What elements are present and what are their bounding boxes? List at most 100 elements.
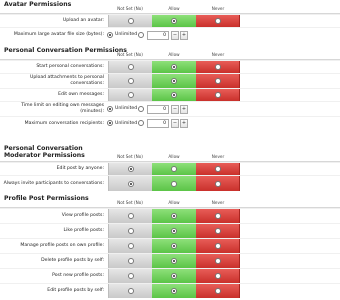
radio-never[interactable]	[215, 213, 221, 219]
cell-not-set[interactable]	[108, 176, 152, 191]
cell-never[interactable]	[196, 224, 240, 238]
radio-allow[interactable]	[171, 273, 177, 279]
cell-never[interactable]	[196, 239, 240, 253]
value-option[interactable]	[138, 120, 146, 126]
radio-allow[interactable]	[171, 92, 177, 98]
size-input[interactable]: 0	[147, 30, 169, 40]
radio-not-set[interactable]	[128, 243, 134, 249]
decrement-button[interactable]: −	[171, 104, 179, 114]
radio-not-set[interactable]	[128, 180, 134, 187]
unlimited-label: Unlimited	[115, 120, 138, 126]
radio-allow[interactable]	[171, 166, 177, 172]
increment-button[interactable]: +	[180, 119, 188, 128]
cell-never[interactable]	[196, 209, 240, 223]
radio-value[interactable]	[138, 120, 144, 126]
unlimited-option[interactable]: Unlimited	[107, 31, 137, 38]
section-title: Avatar Permissions	[4, 1, 72, 8]
radio-never[interactable]	[215, 243, 221, 249]
cell-allow[interactable]	[152, 89, 196, 101]
cell-never[interactable]	[196, 284, 240, 298]
radio-not-set[interactable]	[128, 213, 134, 219]
radio-never[interactable]	[215, 64, 221, 70]
radio-value[interactable]	[138, 105, 144, 112]
value-option[interactable]	[138, 31, 146, 38]
cell-allow[interactable]	[152, 209, 196, 223]
radio-unlimited[interactable]	[107, 120, 113, 126]
cell-allow[interactable]	[152, 284, 196, 298]
cell-allow[interactable]	[152, 61, 196, 73]
radio-not-set[interactable]	[128, 166, 134, 172]
radio-never[interactable]	[215, 288, 221, 294]
radio-never[interactable]	[215, 78, 221, 84]
cell-not-set[interactable]	[108, 254, 152, 268]
cell-never[interactable]	[196, 74, 240, 88]
radio-not-set[interactable]	[128, 64, 134, 70]
col-header-not-set: Not Set (No)	[117, 154, 143, 159]
radio-unlimited[interactable]	[107, 105, 113, 112]
decrement-button[interactable]: −	[171, 30, 179, 40]
cell-not-set[interactable]	[108, 239, 152, 253]
radio-never[interactable]	[215, 258, 221, 264]
cell-not-set[interactable]	[108, 74, 152, 88]
cell-never[interactable]	[196, 89, 240, 101]
radio-never[interactable]	[215, 180, 221, 187]
cell-allow[interactable]	[152, 176, 196, 191]
radio-unlimited[interactable]	[107, 31, 113, 38]
radio-never[interactable]	[215, 228, 221, 234]
cell-never[interactable]	[196, 269, 240, 283]
radio-allow[interactable]	[171, 213, 177, 219]
cell-allow[interactable]	[152, 254, 196, 268]
radio-allow[interactable]	[171, 228, 177, 234]
cell-not-set[interactable]	[108, 15, 152, 27]
decrement-button[interactable]: −	[171, 119, 179, 128]
radio-not-set[interactable]	[128, 18, 134, 24]
radio-allow[interactable]	[171, 243, 177, 249]
radio-never[interactable]	[215, 92, 221, 98]
cell-allow[interactable]	[152, 74, 196, 88]
value-option[interactable]	[138, 105, 146, 112]
radio-not-set[interactable]	[128, 258, 134, 264]
increment-button[interactable]: +	[180, 30, 188, 40]
radio-never[interactable]	[215, 166, 221, 172]
cell-never[interactable]	[196, 163, 240, 175]
radio-never[interactable]	[215, 18, 221, 24]
radio-allow[interactable]	[171, 18, 177, 24]
perm-row-edit-time-limit: Time limit on editing own messages (minu…	[0, 101, 340, 116]
radio-allow[interactable]	[171, 258, 177, 264]
radio-allow[interactable]	[171, 78, 177, 84]
cell-allow[interactable]	[152, 224, 196, 238]
radio-never[interactable]	[215, 273, 221, 279]
conversation-permissions-section: Personal Conversation Permissions Not Se…	[0, 46, 340, 128]
radio-allow[interactable]	[171, 288, 177, 294]
radio-not-set[interactable]	[128, 288, 134, 294]
radio-allow[interactable]	[171, 64, 177, 70]
cell-allow[interactable]	[152, 269, 196, 283]
radio-value[interactable]	[138, 31, 144, 38]
unlimited-option[interactable]: Unlimited	[107, 105, 137, 112]
radio-not-set[interactable]	[128, 78, 134, 84]
unlimited-option[interactable]: Unlimited	[107, 120, 137, 126]
cell-never[interactable]	[196, 176, 240, 191]
cell-not-set[interactable]	[108, 209, 152, 223]
cell-not-set[interactable]	[108, 61, 152, 73]
cell-not-set[interactable]	[108, 269, 152, 283]
radio-not-set[interactable]	[128, 92, 134, 98]
col-header-allow: Allow	[168, 200, 180, 205]
cell-never[interactable]	[196, 15, 240, 27]
increment-button[interactable]: +	[180, 104, 188, 114]
cell-allow[interactable]	[152, 239, 196, 253]
minutes-input[interactable]: 0	[147, 104, 169, 114]
radio-not-set[interactable]	[128, 228, 134, 234]
recipients-input[interactable]: 0	[147, 119, 169, 128]
cell-not-set[interactable]	[108, 163, 152, 175]
perm-row-edit-own-messages: Edit own messages:	[0, 88, 340, 101]
cell-never[interactable]	[196, 61, 240, 73]
cell-not-set[interactable]	[108, 224, 152, 238]
radio-not-set[interactable]	[128, 273, 134, 279]
cell-not-set[interactable]	[108, 284, 152, 298]
cell-allow[interactable]	[152, 163, 196, 175]
cell-not-set[interactable]	[108, 89, 152, 101]
radio-allow[interactable]	[171, 180, 177, 187]
cell-never[interactable]	[196, 254, 240, 268]
cell-allow[interactable]	[152, 15, 196, 27]
